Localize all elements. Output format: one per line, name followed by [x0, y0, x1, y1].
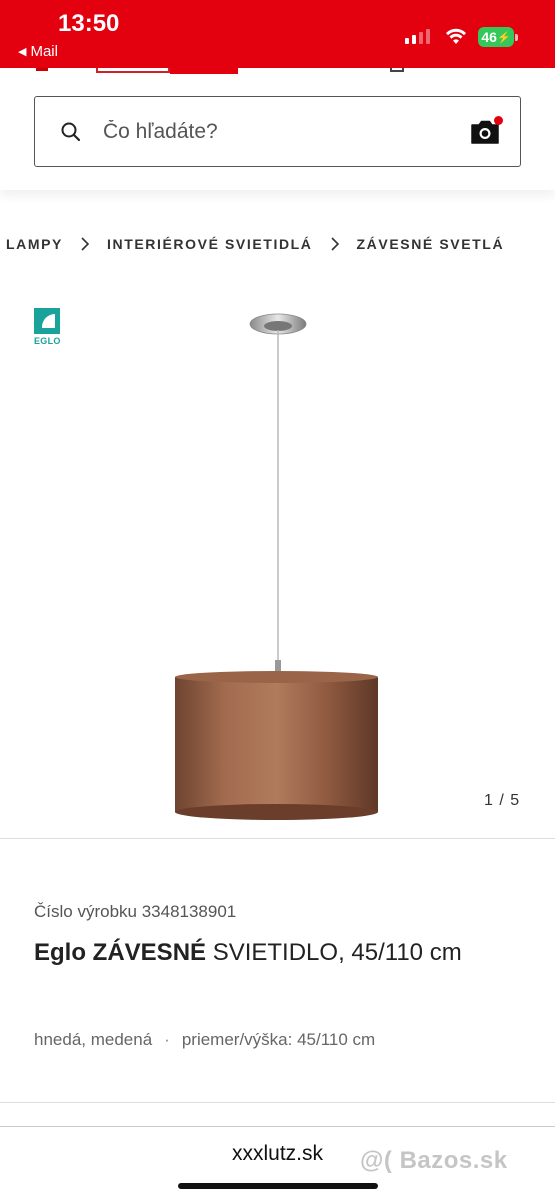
product-title: Eglo ZÁVESNÉ SVIETIDLO, 45/110 cm — [34, 935, 504, 970]
product-brand[interactable]: Eglo — [34, 939, 86, 966]
search-icon[interactable] — [59, 120, 83, 144]
camera-search-icon[interactable] — [469, 116, 503, 146]
brand-logo: EGLO — [34, 308, 62, 348]
chevron-right-icon — [330, 237, 339, 251]
search-input[interactable] — [103, 117, 443, 147]
store-icon[interactable] — [390, 68, 404, 72]
brand-logo-text: EGLO — [34, 336, 61, 346]
product-category: ZÁVESNÉ — [92, 939, 207, 966]
back-label: Mail — [30, 43, 58, 60]
breadcrumb-item-interior[interactable]: INTERIÉROVÉ SVIETIDLÁ — [107, 236, 313, 252]
battery-level: 46 — [481, 29, 497, 45]
status-time: 13:50 — [58, 10, 120, 37]
breadcrumb-item-lampy[interactable]: LAMPY — [6, 236, 63, 252]
browser-address-bar[interactable]: xxxlutz.sk @( Bazos.sk — [0, 1126, 555, 1200]
search-bar[interactable] — [34, 96, 521, 167]
chevron-right-icon — [81, 237, 90, 251]
back-arrow-icon: ◀ — [18, 46, 27, 58]
product-number: Číslo výrobku 3348138901 — [34, 902, 237, 921]
image-counter: 1 / 5 — [484, 792, 521, 809]
product-attributes: hnedá, medená · priemer/výška: 45/110 cm — [34, 1030, 375, 1050]
product-photo[interactable] — [170, 305, 385, 825]
battery-icon: 46 ⚡ — [478, 27, 518, 47]
home-indicator[interactable] — [178, 1183, 378, 1189]
divider — [0, 838, 555, 839]
menu-icon[interactable] — [36, 68, 48, 71]
site-logo-accent — [170, 68, 238, 74]
color-attribute: hnedá, medená — [34, 1030, 153, 1049]
site-header — [0, 68, 555, 190]
wifi-icon — [446, 28, 466, 44]
breadcrumb: LAMPY INTERIÉROVÉ SVIETIDLÁ ZÁVESNÉ SVET… — [6, 236, 504, 252]
product-image-gallery[interactable]: EGLO 1 / 5 — [0, 290, 555, 835]
attribute-separator: · — [164, 1030, 170, 1049]
status-bar: 13:50 ◀ Mail 46 ⚡ — [0, 0, 555, 68]
site-logo[interactable] — [96, 68, 170, 73]
eglo-logo-icon — [34, 308, 60, 334]
divider — [0, 1102, 555, 1103]
back-to-mail-button[interactable]: ◀ Mail — [18, 43, 58, 60]
watermark: @( Bazos.sk — [360, 1147, 508, 1174]
cellular-signal-icon — [405, 28, 430, 44]
breadcrumb-item-pendant[interactable]: ZÁVESNÉ SVETLÁ — [357, 236, 505, 252]
product-title-rest: SVIETIDLO, 45/110 cm — [206, 939, 462, 966]
dimension-attribute: priemer/výška: 45/110 cm — [181, 1030, 376, 1049]
